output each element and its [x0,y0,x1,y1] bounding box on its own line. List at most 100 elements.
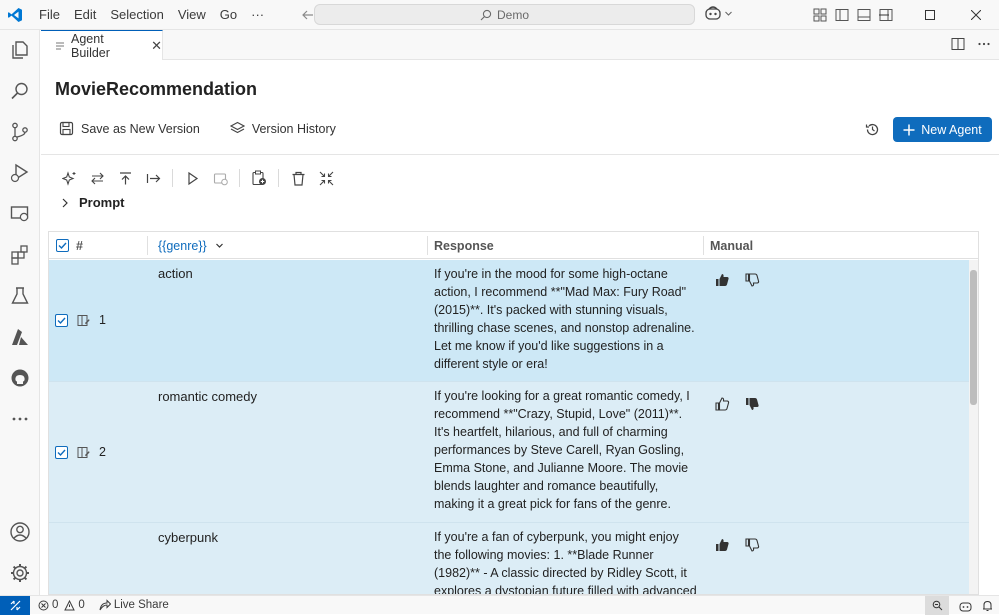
live-share-label: Live Share [113,599,169,611]
genre-cell: cyberpunk [158,530,218,545]
menu-edit[interactable]: Edit [67,0,103,30]
source-control-icon[interactable] [0,112,40,152]
live-share-icon [99,599,111,611]
upload-arrow-icon[interactable] [111,167,139,189]
settings-gear-icon[interactable] [0,553,40,593]
column-separator [978,236,979,255]
header-genre[interactable]: {{genre}} [158,232,224,259]
row-select: 1 [55,313,106,327]
manual-rating [714,272,760,288]
tab-agent-builder[interactable]: Agent Builder ✕ [41,30,163,60]
save-label: Save as New Version [81,121,200,136]
search-text: Demo [496,7,529,22]
run-debug-icon[interactable] [0,153,40,193]
testing-flask-icon[interactable] [0,276,40,316]
toolbar-separator [172,169,173,187]
header-divider [41,154,999,155]
minimize-icon[interactable] [861,0,907,30]
prompt-section-toggle[interactable]: Prompt [61,195,125,210]
split-editor-icon[interactable] [951,37,965,51]
row-checkbox[interactable] [55,445,68,459]
arrow-to-right-icon[interactable] [139,167,167,189]
extensions-icon[interactable] [0,235,40,275]
tab-close-icon[interactable]: ✕ [151,38,162,54]
row-edit-icon[interactable] [77,446,90,459]
table-row[interactable]: 1 action If you're in the mood for some … [49,260,978,382]
save-icon [59,121,74,136]
accounts-icon[interactable] [0,512,40,552]
swap-arrows-icon[interactable] [83,167,111,189]
prompt-label: Prompt [79,195,125,210]
layers-icon [229,121,245,136]
manual-rating [714,537,760,553]
more-actions-icon[interactable] [977,37,991,51]
manual-rating [714,396,760,412]
copilot-icon [704,5,722,21]
header-genre-label: {{genre}} [158,238,207,253]
remote-icon [10,600,21,611]
table-row[interactable]: cyberpunk If you're a fan of cyberpunk, … [49,523,978,594]
menu-go[interactable]: Go [213,0,244,30]
genre-cell: action [158,266,193,281]
add-clipboard-icon[interactable] [245,167,273,189]
save-as-new-version-button[interactable]: Save as New Version [59,121,200,136]
thumbs-up-outline-icon[interactable] [714,396,730,412]
copilot-button[interactable] [704,5,733,21]
problems-indicator[interactable]: 0 0 [38,599,85,611]
live-share-button[interactable]: Live Share [99,599,169,611]
customize-layout-icon[interactable] [812,7,828,23]
thumbs-up-filled-icon[interactable] [714,272,730,288]
menu-file[interactable]: File [32,0,67,30]
row-edit-icon[interactable] [77,314,90,327]
delete-trash-icon[interactable] [284,167,312,189]
azure-icon[interactable] [0,317,40,357]
notifications-bell-icon[interactable] [982,600,993,612]
header-manual: Manual [710,238,754,253]
stop-run-icon[interactable] [206,167,234,189]
response-cell: If you're in the mood for some high-octa… [434,267,695,371]
menu-selection[interactable]: Selection [103,0,170,30]
thumbs-up-filled-icon[interactable] [714,537,730,553]
row-checkbox[interactable] [55,313,68,327]
thumbs-down-outline-icon[interactable] [744,272,760,288]
new-agent-button[interactable]: New Agent [893,117,992,142]
menu-view[interactable]: View [171,0,213,30]
maximize-icon[interactable] [907,0,953,30]
warning-icon [64,599,76,611]
toggle-primary-sidebar-icon[interactable] [834,7,850,23]
chevron-down-icon [215,241,224,250]
history-clock-icon[interactable] [865,122,880,137]
explorer-icon[interactable] [0,30,40,70]
editor-tabs: Agent Builder ✕ [41,30,999,60]
thumbs-down-outline-icon[interactable] [744,537,760,553]
new-agent-label: New Agent [921,122,982,137]
thumbs-down-filled-icon[interactable] [744,396,760,412]
menu-more[interactable]: ··· [244,0,271,30]
collapse-arrows-icon[interactable] [312,167,340,189]
table-scrollbar[interactable] [969,260,978,594]
more-views-icon[interactable] [0,399,40,439]
search-sidebar-icon[interactable] [0,71,40,111]
version-history-button[interactable]: Version History [229,121,336,136]
generate-sparkle-icon[interactable] [55,167,83,189]
agent-builder-editor: MovieRecommendation Save as New Version … [41,61,999,595]
select-all-checkbox[interactable] [56,239,69,252]
scrollbar-thumb[interactable] [970,270,977,405]
zoom-icon[interactable] [925,596,949,615]
version-history-label: Version History [251,121,336,136]
run-play-icon[interactable] [178,167,206,189]
remote-indicator[interactable] [0,595,30,615]
remote-explorer-icon[interactable] [0,194,40,234]
version-toolbar: Save as New Version Version History [59,121,336,136]
response-cell: If you're looking for a great romantic c… [434,389,690,511]
command-center-search[interactable]: Demo [314,4,695,25]
copilot-status-icon[interactable] [959,600,972,612]
table-row[interactable]: 2 romantic comedy If you're looking for … [49,382,978,523]
close-window-icon[interactable] [953,0,999,30]
title-bar: File Edit Selection View Go ··· Demo [0,0,999,30]
github-icon[interactable] [0,358,40,398]
menu-bar: File Edit Selection View Go ··· [32,0,271,30]
header-response: Response [434,238,494,253]
vscode-logo-icon [0,0,30,30]
error-count: 0 [52,599,59,611]
